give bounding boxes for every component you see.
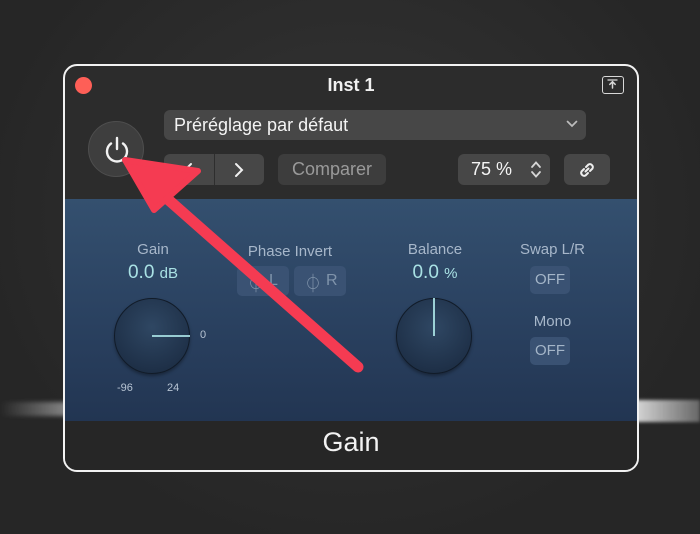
annotation-arrow (122, 157, 364, 373)
